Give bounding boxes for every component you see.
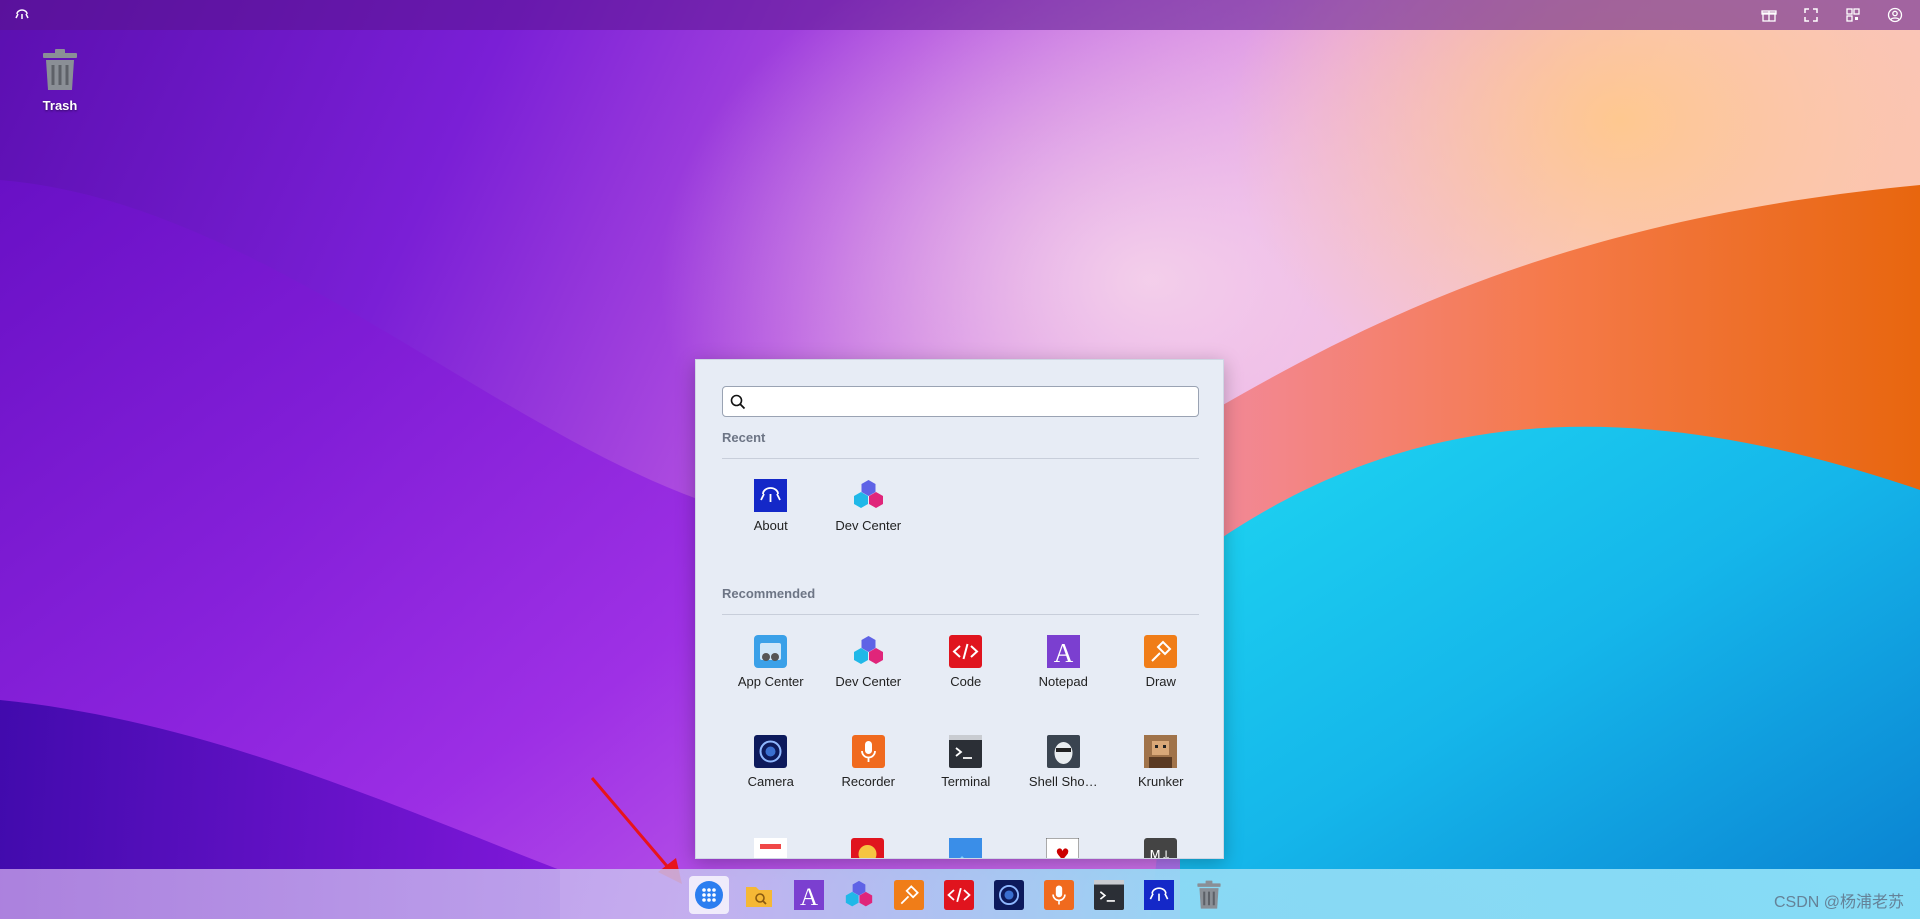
terminal-icon xyxy=(1094,880,1124,910)
app-camera[interactable]: Camera xyxy=(722,716,820,816)
camera-icon xyxy=(994,880,1024,910)
app-label: About xyxy=(753,518,788,533)
app-shell-shockers[interactable]: Shell Sho… xyxy=(1015,716,1113,816)
taskbar-about[interactable] xyxy=(1139,876,1179,914)
qr-code-icon[interactable] xyxy=(1842,4,1864,26)
taskbar-code[interactable] xyxy=(939,876,979,914)
partially-visible-app-row: ♥ M↓ xyxy=(722,838,1199,859)
shell-shockers-icon xyxy=(1046,735,1080,768)
krunker-icon xyxy=(1144,735,1178,768)
about-icon xyxy=(754,479,788,512)
app-label: Dev Center xyxy=(835,674,902,689)
app-icon-partial: M↓ xyxy=(1144,838,1177,859)
app-dev-center[interactable]: Dev Center xyxy=(820,616,918,716)
top-bar xyxy=(0,0,1920,30)
app-draw[interactable]: Draw xyxy=(1112,616,1210,716)
draw-icon xyxy=(1144,635,1178,668)
notepad-icon: A xyxy=(794,880,824,910)
draw-icon xyxy=(894,880,924,910)
recent-apps-grid: About Dev Center xyxy=(722,460,1210,560)
recorder-icon xyxy=(1044,880,1074,910)
app-label: Camera xyxy=(747,774,794,789)
start-menu-button[interactable] xyxy=(689,876,729,914)
app-app-center[interactable]: App Center xyxy=(722,616,820,716)
watermark-text: CSDN @杨浦老苏 xyxy=(1773,894,1904,911)
recommended-divider xyxy=(722,614,1199,615)
app-icon-partial: ♥ xyxy=(1046,838,1079,859)
code-icon xyxy=(944,880,974,910)
svg-text:M↓: M↓ xyxy=(1149,849,1171,859)
app-label: Code xyxy=(950,674,982,689)
svg-text:♥: ♥ xyxy=(1055,845,1069,859)
trash-icon xyxy=(1197,880,1221,909)
search-icon xyxy=(730,394,746,409)
recorder-icon xyxy=(851,735,885,768)
taskbar-trash[interactable] xyxy=(1189,876,1229,914)
dev-center-icon xyxy=(853,636,883,664)
recent-app-about[interactable]: About xyxy=(722,460,820,560)
app-code[interactable]: Code xyxy=(917,616,1015,716)
app-label: Terminal xyxy=(941,774,991,789)
taskbar-camera[interactable] xyxy=(989,876,1029,914)
recent-section-title: Recent xyxy=(722,430,766,445)
fullscreen-icon[interactable] xyxy=(1800,4,1822,26)
taskbar-file-explorer[interactable] xyxy=(739,876,779,914)
taskbar-draw[interactable] xyxy=(889,876,929,914)
code-icon xyxy=(949,635,983,668)
gift-icon[interactable] xyxy=(1758,4,1780,26)
app-label: Krunker xyxy=(1137,774,1184,789)
taskbar-recorder[interactable] xyxy=(1039,876,1079,914)
app-label: Shell Sho… xyxy=(1028,774,1098,789)
svg-text:A: A xyxy=(1054,638,1074,668)
user-icon[interactable] xyxy=(1884,4,1906,26)
app-label: App Center xyxy=(737,674,804,689)
taskbar-dock: A xyxy=(689,876,1229,914)
app-label: Dev Center xyxy=(835,518,902,533)
app-notepad[interactable]: A Notepad xyxy=(1015,616,1113,716)
about-icon xyxy=(1144,880,1174,910)
taskbar-dev-center[interactable] xyxy=(839,876,879,914)
desktop-icon-trash[interactable]: Trash xyxy=(30,48,90,113)
app-krunker[interactable]: Krunker xyxy=(1112,716,1210,816)
file-explorer-icon xyxy=(746,887,772,907)
dev-center-icon xyxy=(853,480,883,508)
recommended-section-title: Recommended xyxy=(722,586,816,601)
dev-center-icon xyxy=(845,880,873,907)
svg-text:A: A xyxy=(800,884,818,910)
recent-divider xyxy=(722,458,1199,459)
app-label: Draw xyxy=(1145,674,1176,689)
taskbar-terminal[interactable] xyxy=(1089,876,1129,914)
camera-icon xyxy=(754,735,788,768)
recommended-apps-grid: App Center Dev Center Code A Notepad Dra… xyxy=(722,616,1210,816)
app-icon-partial xyxy=(851,838,884,858)
app-recorder[interactable]: Recorder xyxy=(820,716,918,816)
app-terminal[interactable]: Terminal xyxy=(917,716,1015,816)
recent-app-dev-center[interactable]: Dev Center xyxy=(820,460,918,560)
desktop-icon-label: Trash xyxy=(42,98,78,113)
taskbar-notepad[interactable]: A xyxy=(789,876,829,914)
search-box[interactable] xyxy=(722,386,1199,417)
notepad-icon: A xyxy=(1046,635,1080,668)
taskbar: A CSDN @杨浦老苏 xyxy=(0,869,1920,919)
cloud-logo-icon[interactable] xyxy=(12,5,32,25)
search-input[interactable] xyxy=(752,393,1198,410)
app-icon-partial xyxy=(754,838,787,858)
app-icon-partial xyxy=(949,838,982,858)
app-label: Recorder xyxy=(841,774,895,789)
app-center-icon xyxy=(754,635,788,668)
terminal-icon xyxy=(949,735,983,768)
app-label: Notepad xyxy=(1038,674,1088,689)
start-menu: Recent About Dev Center Recommended App … xyxy=(695,359,1224,859)
start-menu-icon xyxy=(695,881,723,909)
trash-icon xyxy=(43,49,77,90)
